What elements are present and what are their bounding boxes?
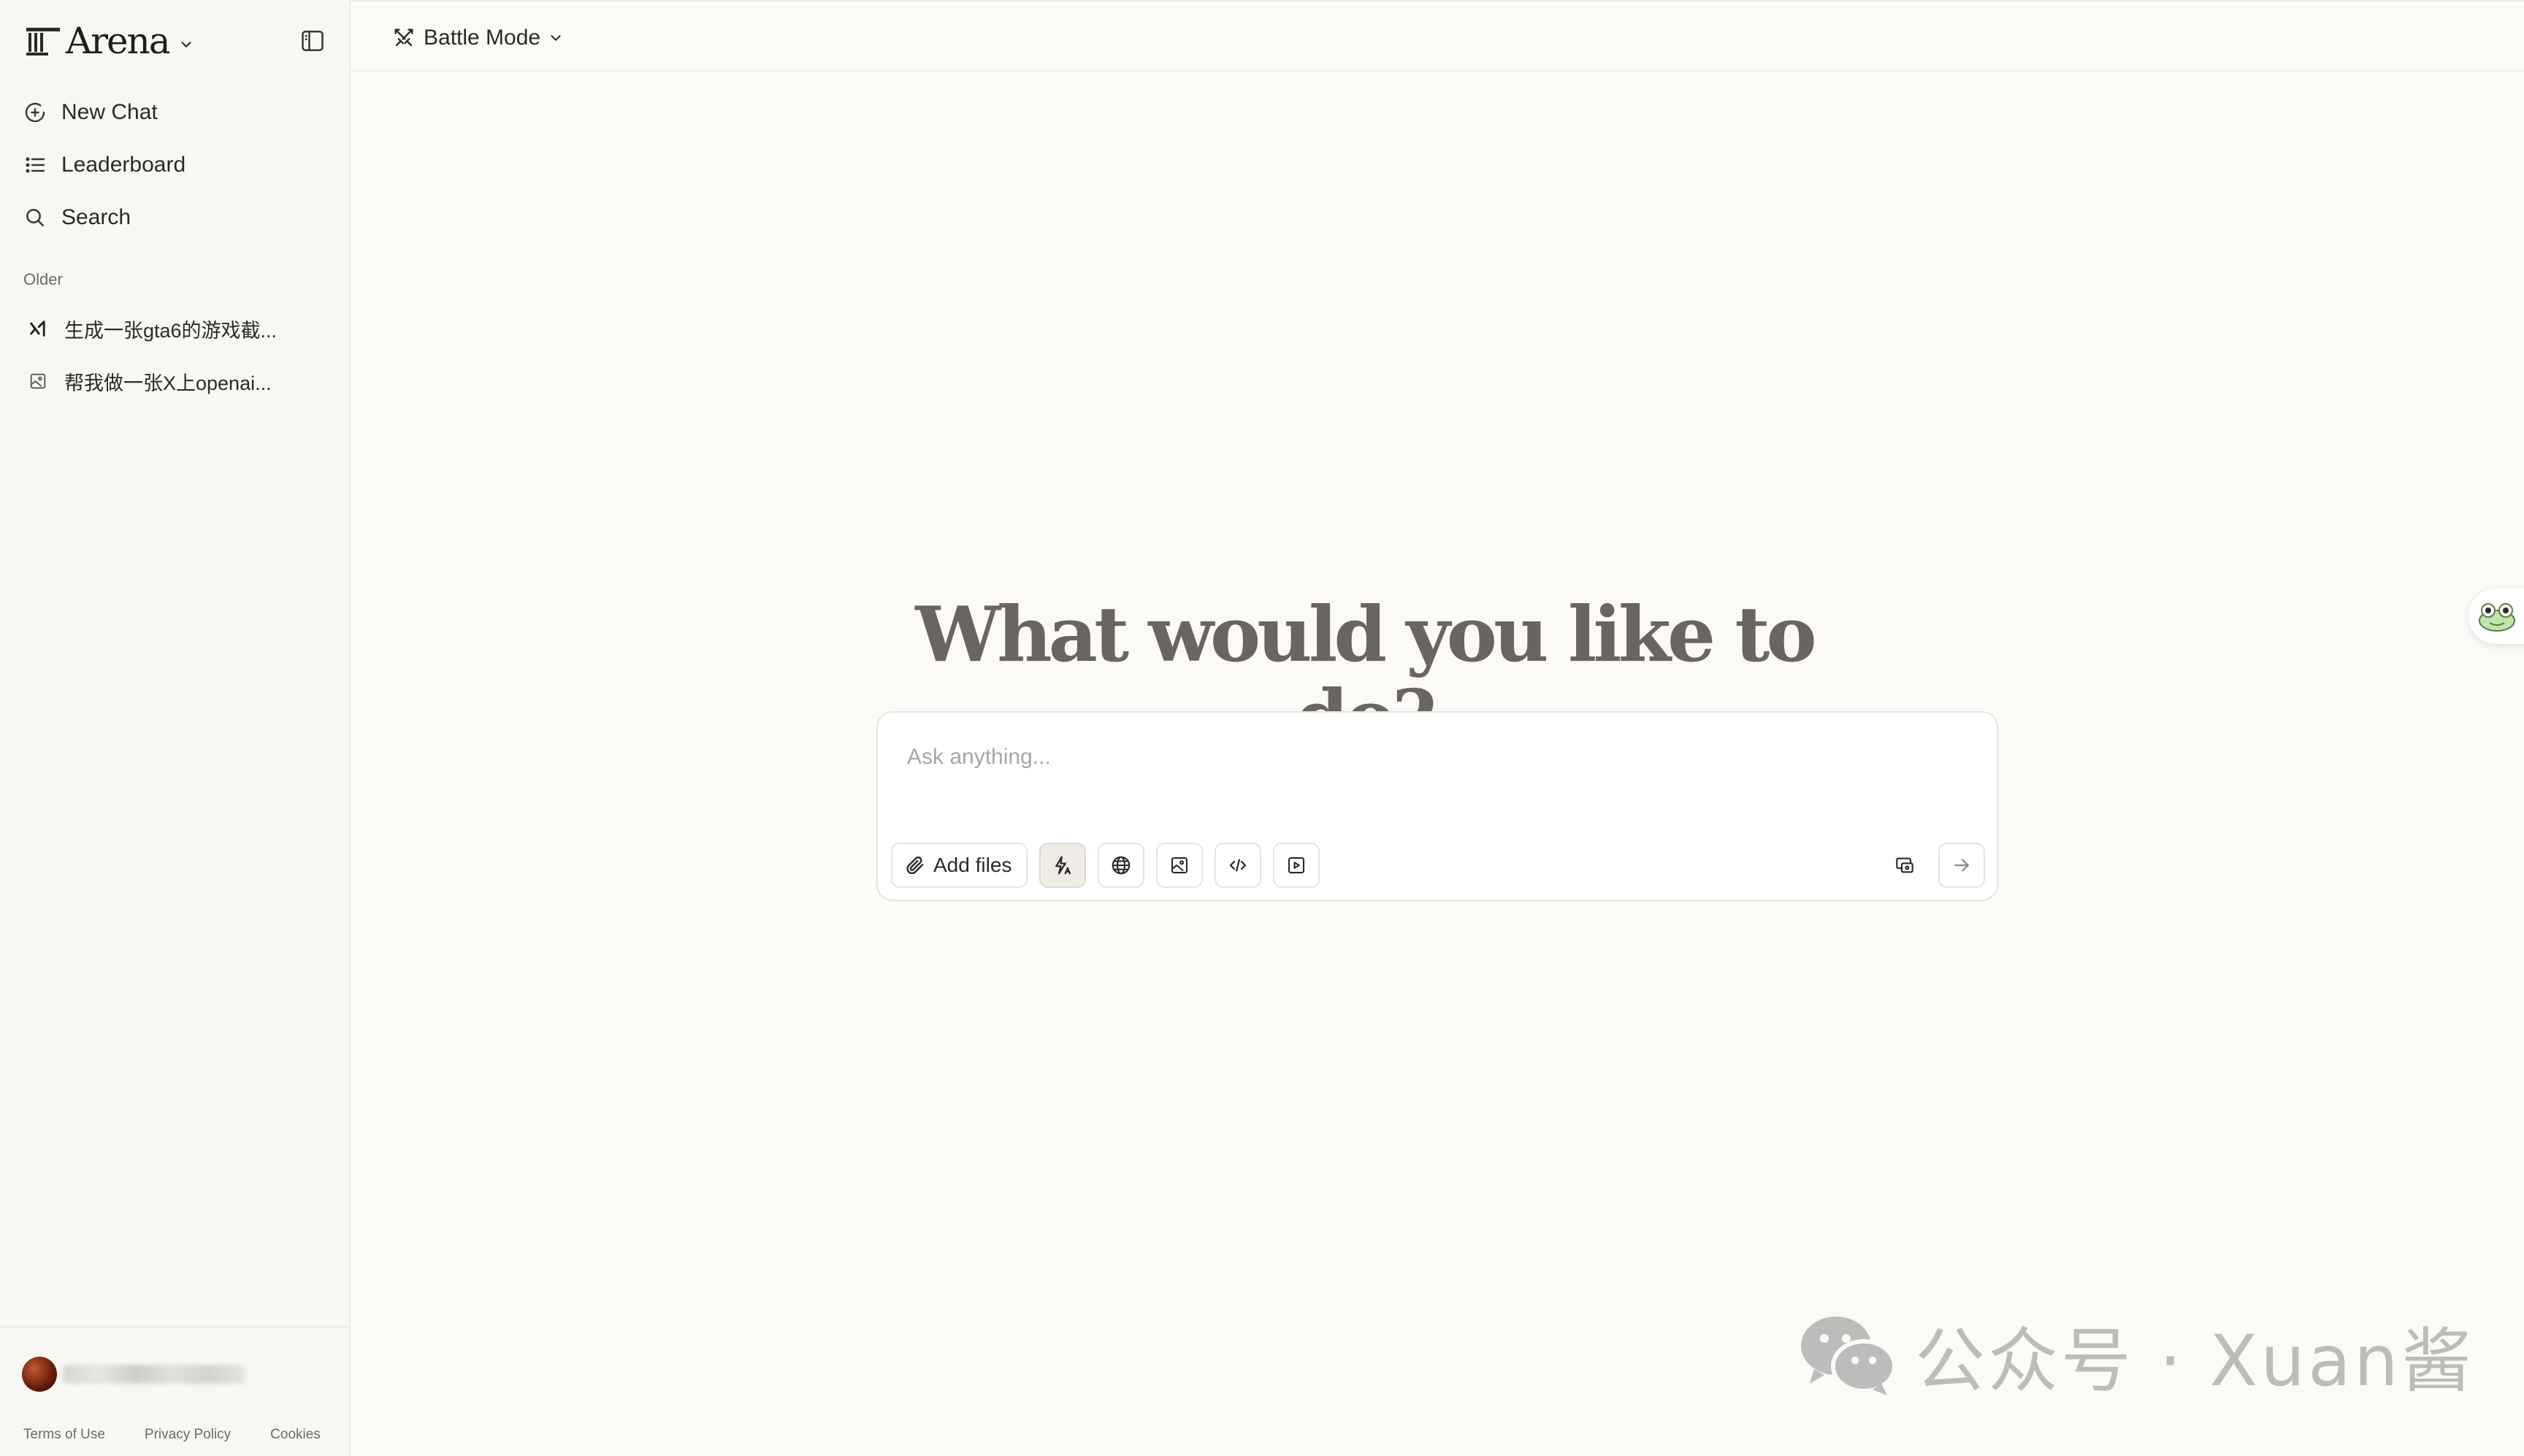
history-item[interactable]: 帮我做一张X上openai... (22, 355, 329, 407)
sidebar-footer: Terms of Use Privacy Policy Cookies (0, 1326, 349, 1456)
model-icon (1896, 857, 1913, 873)
user-menu[interactable] (22, 1352, 245, 1396)
watermark: 公众号 · Xuan酱 (1797, 1307, 2474, 1402)
code-icon (1230, 859, 1247, 872)
sidebar-item-leaderboard[interactable]: Leaderboard (22, 139, 329, 191)
watermark-text: 公众号 · Xuan酱 (1915, 1319, 2474, 1402)
add-files-label: Add files (933, 854, 1012, 876)
plus-circle-icon (25, 102, 45, 123)
video-button[interactable] (1273, 843, 1320, 888)
user-name-redacted (63, 1365, 245, 1384)
footer-links: Terms of Use Privacy Policy Cookies (23, 1427, 321, 1443)
image-generation-button[interactable] (1156, 843, 1204, 888)
search-icon (26, 209, 44, 226)
sidebar-toggle-icon (302, 30, 324, 52)
add-files-button[interactable]: Add files (891, 843, 1028, 888)
terms-link[interactable]: Terms of Use (23, 1427, 105, 1443)
app-root: Arena New Chat Leaderboard Search Older … (0, 0, 2524, 1456)
mode-label: Battle Mode (424, 26, 541, 50)
brand-name: Arena (66, 20, 171, 62)
cookies-link[interactable]: Cookies (270, 1427, 321, 1443)
frog-icon (2479, 603, 2515, 632)
x-ai-icon (30, 321, 45, 337)
sidebar-nav: New Chat Leaderboard Search (22, 86, 329, 244)
prompt-input[interactable] (907, 739, 1856, 775)
chat-history-list: 生成一张gta6的游戏截... 帮我做一张X上openai... (22, 302, 329, 407)
sidebar-item-label: Leaderboard (61, 153, 186, 177)
sidebar-item-label: New Chat (61, 100, 158, 124)
toggle-sidebar-button[interactable] (298, 26, 327, 55)
arena-logo-icon (26, 28, 60, 55)
mode-selector[interactable]: Battle Mode (391, 22, 564, 54)
sidebar-item-search[interactable]: Search (22, 191, 329, 244)
send-button[interactable] (1938, 843, 1985, 888)
auto-mode-button[interactable] (1039, 843, 1087, 888)
paperclip-icon (906, 856, 924, 875)
auto-mode-icon (1055, 856, 1071, 875)
image-icon (1171, 857, 1188, 874)
sidebar-item-new-chat[interactable]: New Chat (22, 86, 329, 139)
web-search-button[interactable] (1098, 843, 1145, 888)
composer-actions (1886, 843, 1985, 888)
sidebar-item-label: Search (61, 205, 131, 229)
history-item-label: 帮我做一张X上openai... (64, 372, 272, 394)
image-icon (30, 373, 46, 389)
history-item-label: 生成一张gta6的游戏截... (64, 319, 278, 342)
avatar (22, 1357, 57, 1392)
swords-icon (394, 28, 413, 47)
chat-composer: Add files (876, 711, 1998, 901)
code-button[interactable] (1215, 843, 1262, 888)
video-icon (1288, 857, 1305, 874)
composer-toolbar: Add files (891, 843, 1320, 888)
history-section-label: Older (23, 270, 63, 288)
wechat-icon (1801, 1317, 1897, 1395)
sidebar: Arena New Chat Leaderboard Search Older … (0, 0, 351, 1456)
list-icon (26, 157, 45, 173)
globe-icon (1112, 856, 1131, 875)
floating-extension-button[interactable] (2468, 589, 2524, 644)
privacy-link[interactable]: Privacy Policy (145, 1427, 231, 1443)
arrow-right-icon (1954, 859, 1969, 872)
chevron-down-icon (181, 42, 191, 47)
history-item[interactable]: 生成一张gta6的游戏截... (22, 302, 329, 355)
topbar: Battle Mode (351, 0, 2524, 72)
brand-menu[interactable]: Arena (25, 19, 194, 63)
model-select-button[interactable] (1886, 843, 1924, 888)
chevron-down-icon (551, 35, 561, 41)
